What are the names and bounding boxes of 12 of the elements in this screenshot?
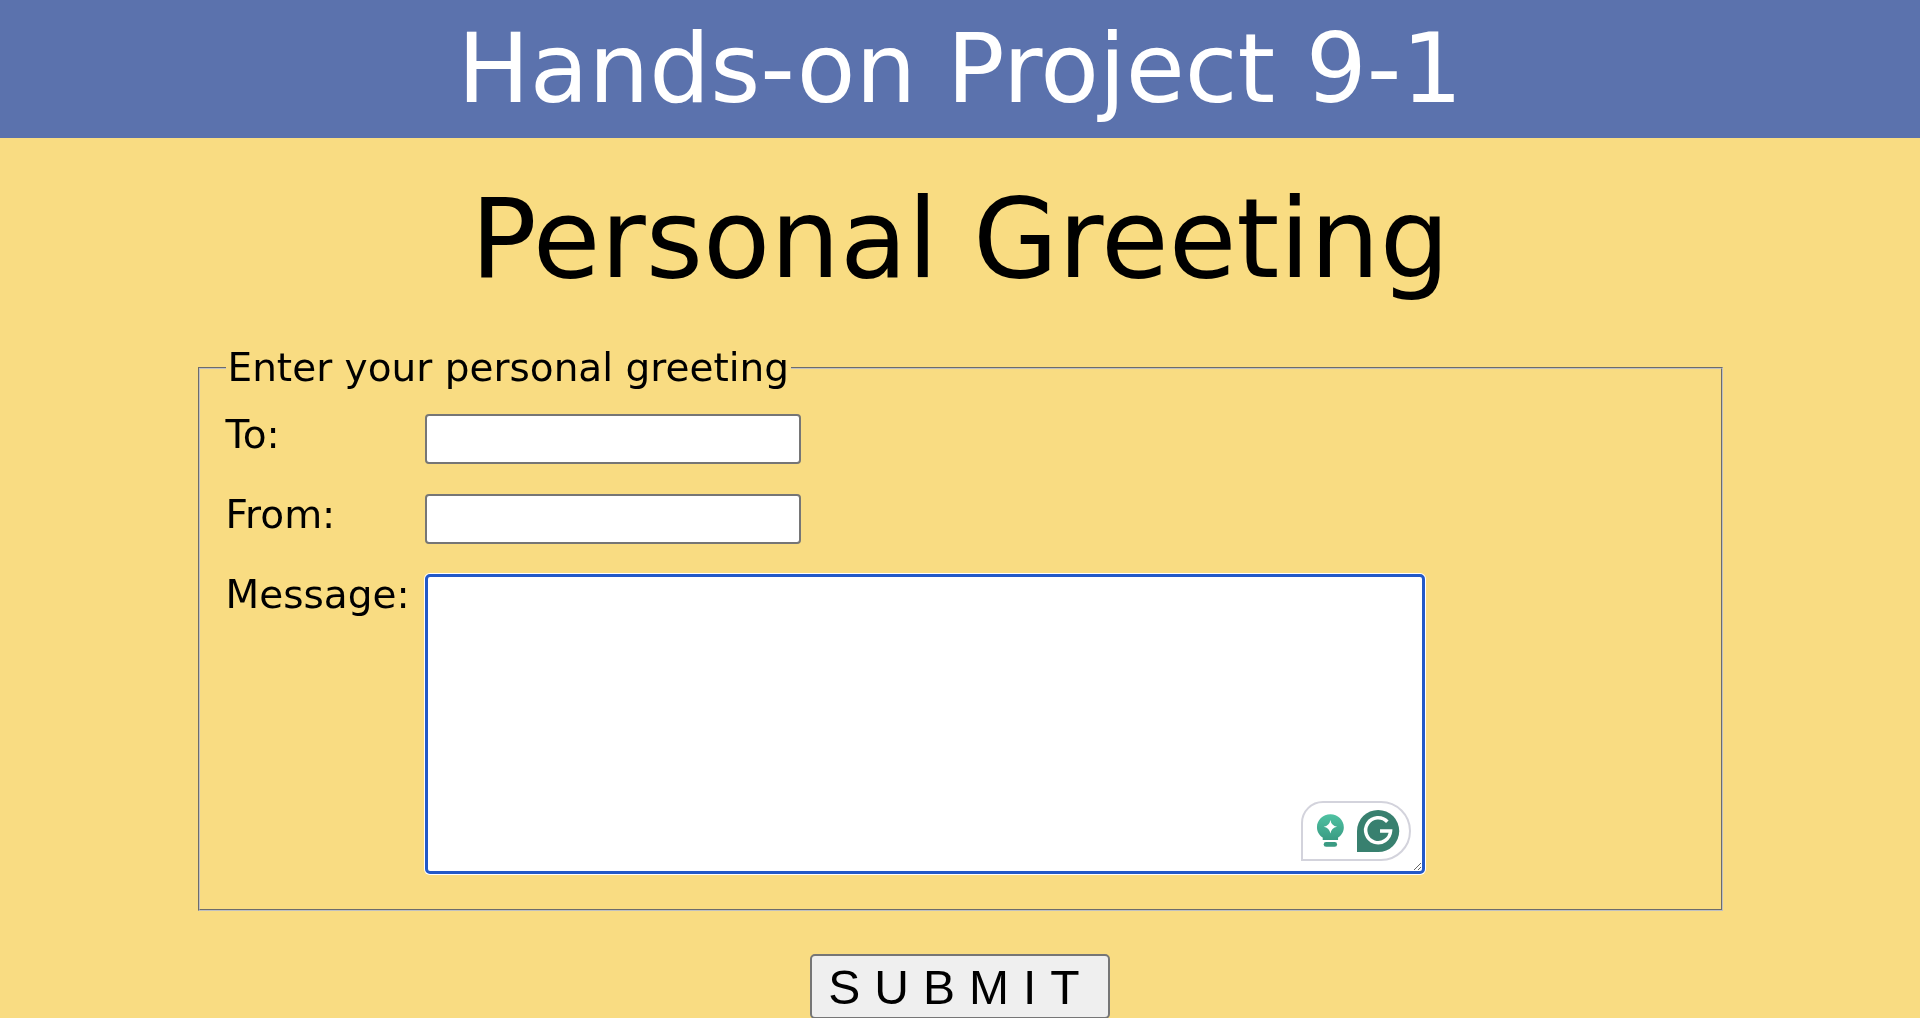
page-title: Hands-on Project 9-1 (456, 12, 1464, 127)
message-textarea[interactable] (424, 573, 1425, 874)
field-label: From: (225, 491, 337, 539)
section-heading: Personal Greeting (469, 174, 1451, 305)
field-label: Message: (225, 571, 411, 619)
g-bubble-icon[interactable] (1357, 808, 1400, 853)
lightbulb-icon[interactable] (1315, 813, 1345, 849)
field-label: To: (225, 411, 281, 459)
submit-button[interactable]: SUBMIT (810, 953, 1110, 1018)
text-input[interactable] (424, 493, 801, 544)
fieldset-legend: Enter your personal greeting (225, 345, 791, 392)
text-input[interactable] (424, 413, 801, 464)
